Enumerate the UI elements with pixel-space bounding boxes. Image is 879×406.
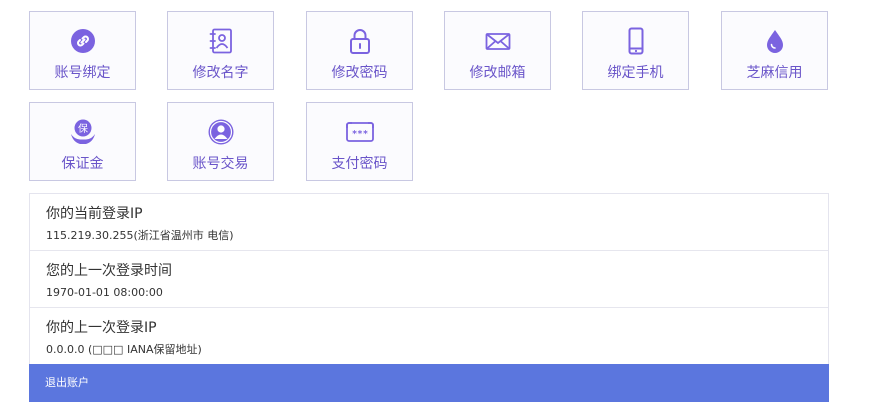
- password-box-icon: ***: [345, 122, 374, 142]
- tile-change-name[interactable]: 修改名字: [167, 11, 274, 90]
- envelope-icon: [485, 33, 510, 50]
- last-ip-title: 你的上一次登录IP: [46, 320, 157, 336]
- drop-icon: [766, 30, 783, 53]
- tile-label: 保证金: [61, 156, 104, 172]
- tile-label: 修改邮箱: [469, 65, 526, 81]
- user-circle-icon: [208, 119, 233, 145]
- last-ip-row: 你的上一次登录IP 0.0.0.0 (□□□ IANA保留地址): [30, 308, 828, 364]
- tile-deposit[interactable]: 保 保证金: [29, 102, 136, 181]
- tile-change-password[interactable]: 修改密码: [306, 11, 413, 90]
- tile-label: 修改密码: [331, 65, 388, 81]
- tile-label: 芝麻信用: [746, 65, 803, 81]
- link-icon: [70, 29, 95, 53]
- tile-change-email[interactable]: 修改邮箱: [444, 11, 551, 90]
- tile-label: 账号交易: [192, 156, 249, 172]
- phone-icon: [628, 27, 643, 55]
- tile-account-binding[interactable]: 账号绑定: [29, 11, 136, 90]
- tile-payment-password[interactable]: *** 支付密码: [306, 102, 413, 181]
- logout-button[interactable]: 退出账户: [29, 364, 829, 402]
- tile-label: 修改名字: [192, 65, 249, 81]
- current-ip-value: 115.219.30.255(浙江省温州市 电信): [46, 229, 234, 242]
- contact-card-icon: [209, 28, 232, 54]
- deposit-icon-glyph: 保: [78, 122, 88, 135]
- current-ip-row: 你的当前登录IP 115.219.30.255(浙江省温州市 电信): [30, 194, 828, 251]
- last-login-time-title: 您的上一次登录时间: [46, 263, 172, 279]
- tile-label: 账号绑定: [54, 65, 111, 81]
- last-ip-value: 0.0.0.0 (□□□ IANA保留地址): [46, 343, 202, 356]
- tile-label: 支付密码: [331, 156, 388, 172]
- hands-guarantee-icon: 保: [70, 119, 95, 144]
- password-mask-text: ***: [351, 130, 367, 140]
- lock-icon: [349, 29, 370, 54]
- tile-label: 绑定手机: [607, 65, 664, 81]
- tile-bind-phone[interactable]: 绑定手机: [582, 11, 689, 90]
- current-ip-title: 你的当前登录IP: [46, 206, 143, 222]
- last-login-time-value: 1970-01-01 08:00:00: [46, 286, 163, 299]
- last-login-time-row: 您的上一次登录时间 1970-01-01 08:00:00: [30, 251, 828, 308]
- login-info-panel: 你的当前登录IP 115.219.30.255(浙江省温州市 电信) 您的上一次…: [29, 193, 829, 365]
- tile-sesame-credit[interactable]: 芝麻信用: [721, 11, 828, 90]
- tile-account-trade[interactable]: 账号交易: [167, 102, 274, 181]
